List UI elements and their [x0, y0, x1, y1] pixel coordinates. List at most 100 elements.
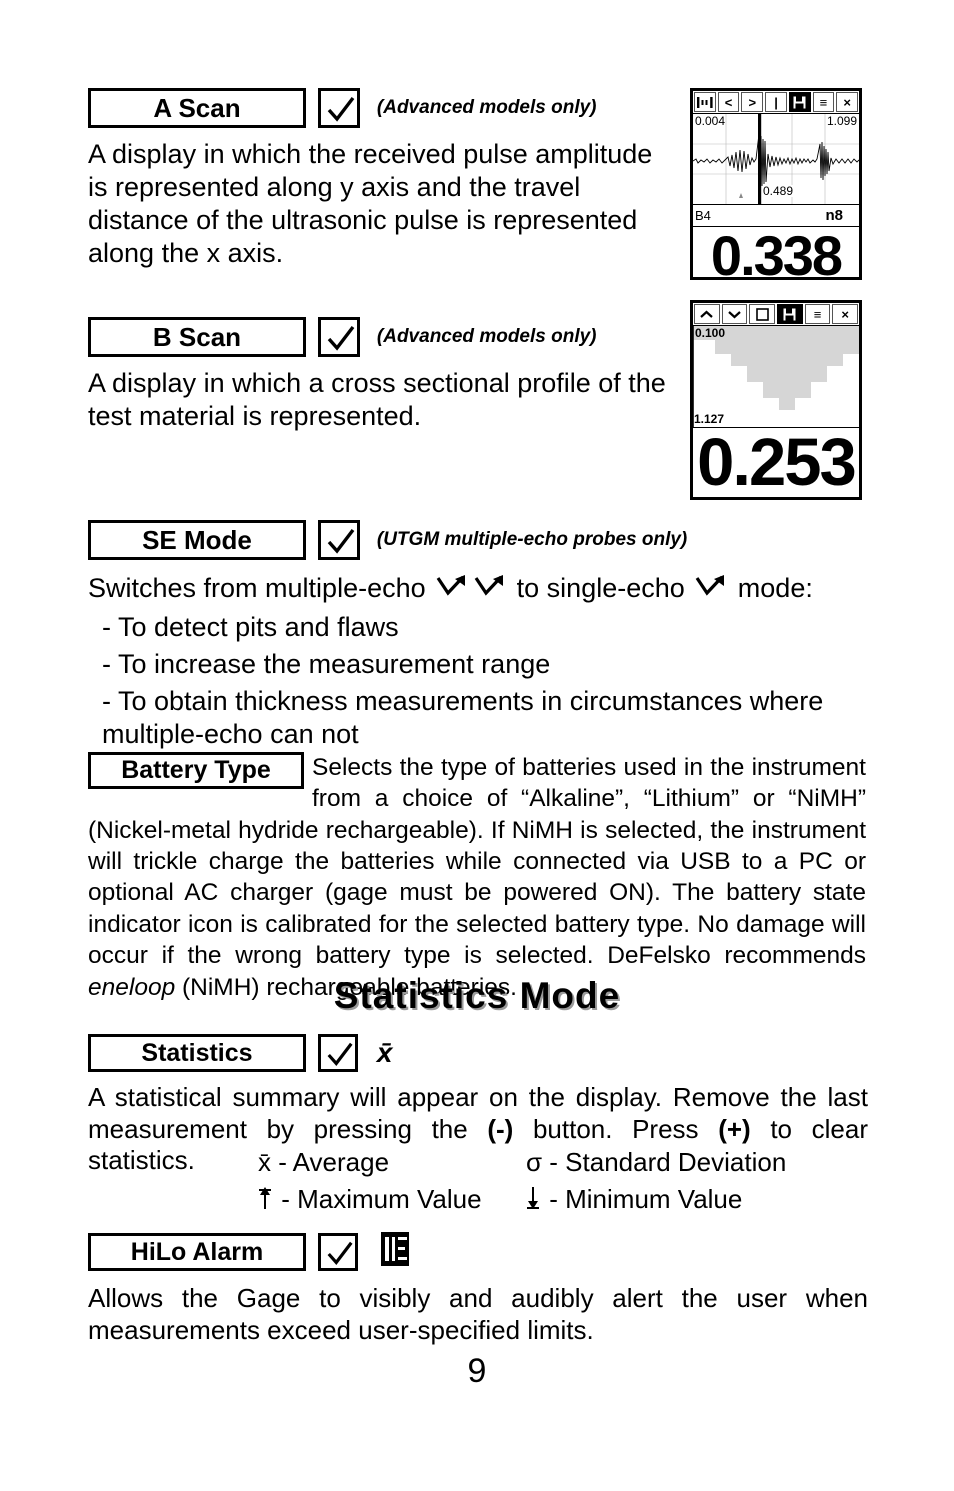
save-icon-glyph: [783, 308, 796, 320]
chevron-down-icon[interactable]: [721, 304, 748, 324]
b-scan-label: B Scan: [152, 322, 242, 352]
legend-stddev: σ - Standard Deviation: [526, 1146, 786, 1179]
square-icon[interactable]: [749, 304, 776, 324]
se-mode-bullet-1: - To detect pits and flaws: [102, 611, 399, 642]
save-icon-glyph: [793, 96, 806, 108]
section-battery-type: Battery Type Selects the type of batteri…: [88, 752, 866, 1003]
next-button[interactable]: >: [741, 92, 764, 112]
a-scan-label-box: A Scan: [88, 88, 306, 128]
battery-type-body: Selects the type of batteries used in th…: [88, 752, 866, 1003]
statistics-body-c: button. Press: [513, 1113, 719, 1144]
b-scan-note: (Advanced models only): [376, 326, 597, 347]
page-number: 9: [467, 1352, 487, 1390]
menu-icon[interactable]: ≡: [804, 304, 831, 324]
max-arrow-icon: [258, 1185, 274, 1218]
hilo-alarm-glyph: [380, 1232, 409, 1266]
b-scan-body: A display in which a cross sectional pro…: [88, 368, 666, 431]
close-icon[interactable]: ×: [836, 92, 859, 112]
se-mode-bullet-3: - To obtain thickness measurements in ci…: [102, 685, 824, 749]
average-text: - Average: [278, 1147, 390, 1177]
square-glyph: [755, 307, 769, 321]
statistics-label: Statistics: [141, 1039, 253, 1067]
a-scan-device-toolbar: < > | ≡ ×: [693, 91, 859, 114]
min-arrow-glyph: [527, 1186, 539, 1209]
save-icon[interactable]: [788, 92, 811, 112]
a-scan-cursor-value: 0.489: [763, 184, 794, 198]
a-scan-label: A Scan: [153, 93, 241, 123]
se-mode-label: SE Mode: [142, 525, 252, 555]
a-scan-left-tick: 0.004: [695, 114, 726, 128]
legend-row-1: x̄ - Average σ - Standard Deviation: [258, 1146, 878, 1179]
se-mode-note: (UTGM multiple-echo probes only): [376, 529, 688, 550]
maximum-text: - Maximum Value: [281, 1184, 482, 1215]
chevron-up-glyph: [700, 310, 714, 318]
multiple-echo-icon: [435, 573, 469, 607]
a-scan-body: A display in which the received pulse am…: [88, 139, 653, 268]
statistics-mode-heading: Statistics Mode: [333, 975, 621, 1016]
statistics-plus-button-ref: (+): [718, 1113, 751, 1144]
se-mode-intro-middle: to single-echo: [516, 573, 685, 603]
prev-button[interactable]: <: [717, 92, 740, 112]
close-icon[interactable]: ×: [832, 304, 859, 324]
b-scan-device-toolbar: ≡ ×: [693, 303, 859, 326]
section-hilo-alarm: HiLo Alarm Allows the Gage to visibly an…: [88, 1232, 878, 1346]
battery-type-label-box: Battery Type: [88, 752, 304, 789]
average-symbol-icon: x̄: [377, 1037, 393, 1069]
minimum-text: - Minimum Value: [549, 1184, 743, 1215]
b-scan-top-tick: 0.100: [695, 326, 726, 340]
a-scan-bottom-left-label: B4: [695, 208, 711, 223]
se-mode-checkbox[interactable]: [318, 520, 361, 560]
section-se-mode: SE Mode (UTGM multiple-echo probes only)…: [88, 520, 888, 751]
battery-type-label: Battery Type: [121, 756, 271, 784]
se-mode-label-box: SE Mode: [88, 520, 306, 560]
average-symbol-glyph: x̄: [376, 1037, 393, 1068]
hilo-alarm-body: Allows the Gage to visibly and audibly a…: [88, 1283, 868, 1345]
max-arrow-glyph: [259, 1186, 271, 1209]
b-scan-device-screenshot: ≡ × 0.100 1.127 0.253: [690, 300, 862, 500]
save-icon[interactable]: [777, 304, 803, 324]
document-page: A Scan (Advanced models only) A display …: [0, 0, 954, 1491]
b-scan-label-box: B Scan: [88, 317, 306, 357]
section-b-scan: B Scan (Advanced models only) A display …: [88, 317, 678, 433]
se-mode-intro-before: Switches from multiple-echo: [88, 573, 426, 603]
hilo-alarm-checkbox[interactable]: [318, 1232, 359, 1271]
section-a-scan: A Scan (Advanced models only) A display …: [88, 88, 678, 270]
a-scan-note: (Advanced models only): [376, 97, 597, 118]
check-icon: [328, 96, 355, 122]
cursor-button[interactable]: |: [765, 92, 787, 112]
a-scan-right-tick: 1.099: [826, 114, 857, 128]
gate-icon-glyph: [696, 96, 713, 108]
legend-row-2: - Maximum Value - Minimum Value: [258, 1183, 878, 1218]
chevron-up-icon[interactable]: [694, 304, 720, 324]
se-mode-bullet-2: - To increase the measurement range: [102, 648, 551, 679]
gate-icon[interactable]: [694, 92, 716, 112]
se-mode-intro-after: mode:: [737, 573, 813, 603]
check-icon: [328, 325, 355, 351]
check-icon: [328, 1241, 353, 1265]
b-scan-bottom-tick: 1.127: [694, 412, 725, 426]
statistics-label-box: Statistics: [88, 1034, 306, 1072]
a-scan-waveform-area: 0.004 1.099 0.489: [693, 114, 859, 205]
echo-arrow-glyph: [436, 574, 466, 596]
stddev-text: - Standard Deviation: [549, 1147, 787, 1177]
chevron-down-glyph: [728, 310, 741, 318]
min-arrow-icon: [526, 1185, 542, 1218]
se-mode-intro: Switches from multiple-echo to single-ec…: [88, 572, 888, 607]
legend-average: x̄ - Average: [258, 1146, 526, 1179]
echo-arrow-glyph: [695, 574, 725, 596]
statistics-checkbox[interactable]: [318, 1034, 359, 1072]
multiple-echo-icon-2: [473, 573, 507, 607]
hilo-alarm-icon: [379, 1232, 411, 1271]
single-echo-icon: [694, 573, 728, 607]
stddev-symbol: σ: [526, 1147, 543, 1177]
a-scan-reading: 0.338: [710, 224, 843, 280]
average-symbol: x̄: [258, 1147, 271, 1177]
b-scan-checkbox[interactable]: [318, 317, 361, 357]
a-scan-checkbox[interactable]: [318, 88, 361, 128]
b-scan-profile-area: 0.100 1.127: [693, 326, 859, 428]
menu-icon[interactable]: ≡: [812, 92, 835, 112]
hilo-alarm-label-box: HiLo Alarm: [88, 1232, 306, 1271]
statistics-minus-button-ref: (-): [487, 1113, 514, 1144]
legend-minimum: - Minimum Value: [526, 1183, 742, 1218]
echo-arrow-glyph: [474, 574, 504, 596]
